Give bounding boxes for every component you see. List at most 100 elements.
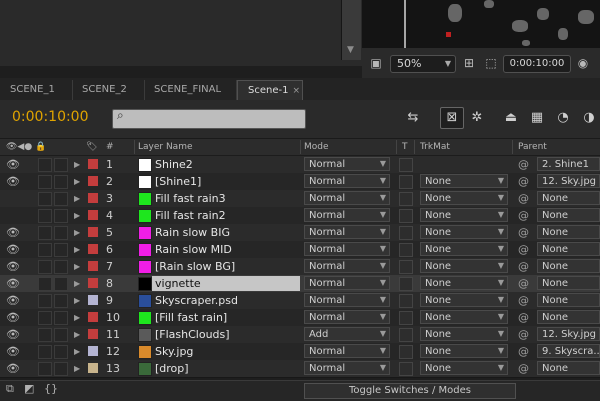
layer-row[interactable]: 👁 ▶ 1 Shine2 Normal ▼ @2. Shine1 bbox=[0, 156, 600, 174]
parent-select[interactable]: None bbox=[537, 276, 600, 290]
expand-triangle-icon[interactable]: ▶ bbox=[74, 360, 80, 377]
label-header-icon[interactable]: 🏷 bbox=[86, 140, 97, 154]
layer-name[interactable]: Rain slow BIG bbox=[155, 224, 300, 241]
visibility-eye-icon[interactable]: 👁 bbox=[6, 173, 20, 190]
parent-select[interactable]: 12. Sky.jpg bbox=[537, 327, 600, 341]
column-mode[interactable]: Mode bbox=[304, 140, 329, 154]
expand-triangle-icon[interactable]: ▶ bbox=[74, 326, 80, 343]
preserve-transparency-toggle[interactable] bbox=[399, 175, 413, 189]
column-parent[interactable]: Parent bbox=[518, 140, 547, 154]
label-color-swatch[interactable] bbox=[88, 312, 98, 322]
visibility-eye-icon[interactable]: 👁 bbox=[6, 326, 20, 343]
frame-blending-icon[interactable]: ⏏ bbox=[500, 108, 522, 128]
layer-row[interactable]: ▶ 4 Fill fast rain2 Normal ▼ None ▼ @ None bbox=[0, 207, 600, 225]
expand-triangle-icon[interactable]: ▶ bbox=[74, 156, 80, 173]
parent-pickwhip-icon[interactable]: @ bbox=[518, 360, 529, 377]
expand-triangle-icon[interactable]: ▶ bbox=[74, 173, 80, 190]
lock-switch[interactable] bbox=[54, 226, 68, 240]
parent-select[interactable]: None bbox=[537, 310, 600, 324]
solo-switch[interactable] bbox=[38, 226, 52, 240]
layer-row[interactable]: ▶ 3 Fill fast rain3 Normal ▼ None ▼ @ None bbox=[0, 190, 600, 208]
parent-select[interactable]: None bbox=[537, 191, 600, 205]
layer-row[interactable]: 👁 ▶ 13 [drop] Normal ▼ None ▼ @ None bbox=[0, 360, 600, 378]
layer-name[interactable]: [drop] bbox=[155, 360, 300, 377]
parent-pickwhip-icon[interactable]: @ bbox=[518, 292, 529, 309]
expand-triangle-icon[interactable]: ▶ bbox=[74, 275, 80, 292]
parent-select[interactable]: None bbox=[537, 259, 600, 273]
visibility-eye-icon[interactable]: 👁 bbox=[6, 241, 20, 258]
parent-select[interactable]: 12. Sky.jpg bbox=[537, 174, 600, 188]
grid-icon[interactable]: ⊞ bbox=[460, 55, 478, 71]
label-color-swatch[interactable] bbox=[88, 176, 98, 186]
preserve-transparency-toggle[interactable] bbox=[399, 328, 413, 342]
layer-row[interactable]: 👁 ▶ 2 [Shine1] Normal ▼ None ▼ @12. Sky.jpg bbox=[0, 173, 600, 191]
label-color-swatch[interactable] bbox=[88, 329, 98, 339]
layer-switches-icon[interactable]: ⧉ bbox=[6, 382, 14, 396]
transfer-controls-icon[interactable]: ◩ bbox=[24, 382, 34, 395]
layer-name[interactable]: Skyscraper.psd bbox=[155, 292, 300, 309]
parent-pickwhip-icon[interactable]: @ bbox=[518, 190, 529, 207]
chevron-down-icon[interactable]: ▼ bbox=[494, 361, 508, 375]
chevron-down-icon[interactable]: ▼ bbox=[494, 191, 508, 205]
chevron-down-icon[interactable]: ▼ bbox=[376, 191, 390, 205]
lock-switch[interactable] bbox=[54, 294, 68, 308]
label-color-swatch[interactable] bbox=[88, 261, 98, 271]
parent-select[interactable]: None bbox=[537, 361, 600, 375]
lock-switch[interactable] bbox=[54, 345, 68, 359]
visibility-eye-icon[interactable] bbox=[6, 207, 20, 224]
visibility-eye-icon[interactable]: 👁 bbox=[6, 275, 20, 292]
snapshot-camera-icon[interactable]: ◉ bbox=[574, 55, 592, 71]
parent-select[interactable]: None bbox=[537, 242, 600, 256]
av-features-header-icon[interactable]: 👁◀● 🔒 bbox=[6, 140, 46, 154]
visibility-eye-icon[interactable]: 👁 bbox=[6, 292, 20, 309]
chevron-down-icon[interactable]: ▼ bbox=[494, 344, 508, 358]
expand-triangle-icon[interactable]: ▶ bbox=[74, 190, 80, 207]
region-icon[interactable]: ⬚ bbox=[482, 55, 500, 71]
lock-switch[interactable] bbox=[54, 260, 68, 274]
chevron-down-icon[interactable]: ▼ bbox=[376, 208, 390, 222]
solo-switch[interactable] bbox=[38, 328, 52, 342]
lock-switch[interactable] bbox=[54, 243, 68, 257]
expand-triangle-icon[interactable]: ▶ bbox=[74, 207, 80, 224]
parent-pickwhip-icon[interactable]: @ bbox=[518, 156, 529, 173]
lock-switch[interactable] bbox=[54, 328, 68, 342]
visibility-eye-icon[interactable]: 👁 bbox=[6, 309, 20, 326]
visibility-eye-icon[interactable] bbox=[6, 190, 20, 207]
chevron-down-icon[interactable]: ▼ bbox=[494, 293, 508, 307]
chevron-down-icon[interactable]: ▼ bbox=[376, 157, 390, 171]
label-color-swatch[interactable] bbox=[88, 346, 98, 356]
chevron-down-icon[interactable]: ▼ bbox=[376, 174, 390, 188]
shy-layers-icon[interactable]: ✲ bbox=[466, 108, 488, 128]
visibility-eye-icon[interactable]: 👁 bbox=[6, 343, 20, 360]
solo-switch[interactable] bbox=[38, 294, 52, 308]
chevron-down-icon[interactable]: ▼ bbox=[376, 276, 390, 290]
preserve-transparency-toggle[interactable] bbox=[399, 158, 413, 172]
layer-search-input[interactable] bbox=[112, 109, 306, 129]
expand-triangle-icon[interactable]: ▶ bbox=[74, 292, 80, 309]
column-trkmat[interactable]: TrkMat bbox=[420, 140, 450, 154]
visibility-eye-icon[interactable]: 👁 bbox=[6, 360, 20, 377]
chevron-down-icon[interactable]: ▼ bbox=[376, 225, 390, 239]
preserve-transparency-toggle[interactable] bbox=[399, 362, 413, 376]
solo-switch[interactable] bbox=[38, 175, 52, 189]
preserve-transparency-toggle[interactable] bbox=[399, 311, 413, 325]
layer-name[interactable]: vignette bbox=[155, 275, 300, 292]
column-layer-name[interactable]: Layer Name bbox=[138, 140, 193, 154]
composition-viewer[interactable] bbox=[362, 0, 600, 48]
lock-switch[interactable] bbox=[54, 192, 68, 206]
solo-switch[interactable] bbox=[38, 345, 52, 359]
preserve-transparency-toggle[interactable] bbox=[399, 226, 413, 240]
preserve-transparency-toggle[interactable] bbox=[399, 277, 413, 291]
column-t[interactable]: T bbox=[402, 140, 408, 154]
lock-switch[interactable] bbox=[54, 158, 68, 172]
parent-pickwhip-icon[interactable]: @ bbox=[518, 326, 529, 343]
parent-pickwhip-icon[interactable]: @ bbox=[518, 275, 529, 292]
visibility-eye-icon[interactable]: 👁 bbox=[6, 258, 20, 275]
parent-select[interactable]: 2. Shine1 bbox=[537, 157, 600, 171]
lock-switch[interactable] bbox=[54, 209, 68, 223]
chevron-down-icon[interactable]: ▼ bbox=[494, 310, 508, 324]
composition-mini-flowchart-icon[interactable]: ⇆ bbox=[402, 108, 424, 128]
solo-switch[interactable] bbox=[38, 243, 52, 257]
current-time-display[interactable]: 0:00:10:00 bbox=[12, 109, 89, 125]
visibility-eye-icon[interactable]: 👁 bbox=[6, 156, 20, 173]
